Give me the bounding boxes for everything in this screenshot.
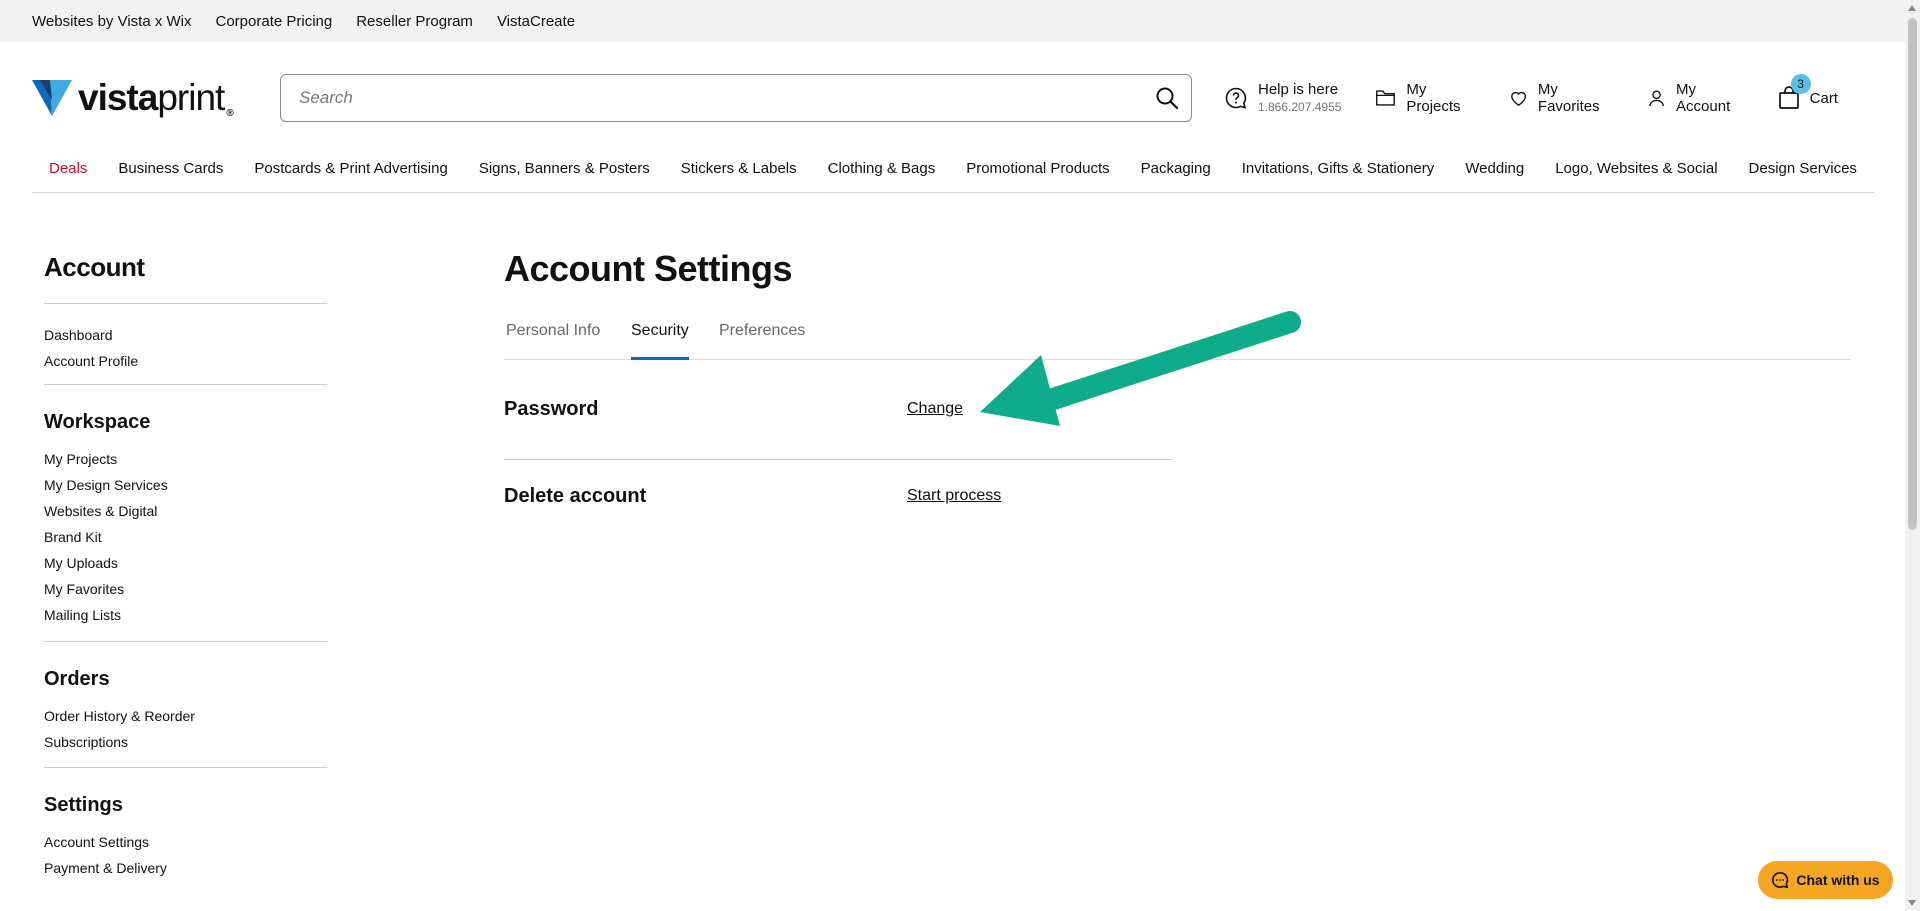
nav-business-cards[interactable]: Business Cards <box>118 160 223 177</box>
my-favorites-button[interactable]: My Favorites <box>1509 81 1613 115</box>
sidebar-item-account-profile[interactable]: Account Profile <box>44 348 327 374</box>
nav-wedding[interactable]: Wedding <box>1465 160 1524 177</box>
start-delete-process-link[interactable]: Start process <box>907 487 1001 505</box>
utility-link-corporate-pricing[interactable]: Corporate Pricing <box>216 13 333 30</box>
chat-with-us-button[interactable]: Chat with us <box>1758 861 1893 899</box>
vistaprint-logo[interactable]: vistaprint ® <box>32 77 244 119</box>
header-actions: Help is here 1.866.207.4955 My Projects … <box>1224 74 1872 122</box>
nav-clothing-bags[interactable]: Clothing & Bags <box>828 160 936 177</box>
search-icon[interactable] <box>1155 86 1179 115</box>
scroll-up-icon[interactable] <box>1908 5 1916 11</box>
nav-signs-banners-posters[interactable]: Signs, Banners & Posters <box>479 160 650 177</box>
utility-link-vistacreate[interactable]: VistaCreate <box>497 13 575 30</box>
sidebar-item-my-favorites[interactable]: My Favorites <box>44 576 327 602</box>
sidebar-section-workspace: Workspace <box>44 411 151 433</box>
sidebar-section-orders: Orders <box>44 668 110 690</box>
cart-label: Cart <box>1809 89 1838 107</box>
sidebar-divider <box>44 384 327 385</box>
site-header: vistaprint® Help is here 1.866.207.4955 <box>32 74 1872 122</box>
account-sidebar: Account Dashboard Account Profile Worksp… <box>44 250 327 881</box>
sidebar-item-mailing-lists[interactable]: Mailing Lists <box>44 602 327 628</box>
cart-button[interactable]: 3 Cart <box>1778 74 1838 110</box>
sidebar-item-order-history[interactable]: Order History & Reorder <box>44 703 327 729</box>
sidebar-section-settings: Settings <box>44 794 123 816</box>
nav-postcards-print-advertising[interactable]: Postcards & Print Advertising <box>254 160 447 177</box>
help-button[interactable]: Help is here 1.866.207.4955 <box>1224 81 1341 115</box>
account-settings-content: Account Settings Personal Info Security … <box>504 248 1850 507</box>
tab-security[interactable]: Security <box>631 318 689 360</box>
sidebar-divider <box>44 303 327 304</box>
utility-bar: Websites by Vista x Wix Corporate Pricin… <box>0 0 1905 42</box>
logo-mark-icon <box>32 80 72 116</box>
sidebar-item-websites-digital[interactable]: Websites & Digital <box>44 498 327 524</box>
sidebar-title: Account <box>44 252 145 282</box>
chat-bubble-icon <box>1772 871 1789 889</box>
search-bar <box>280 74 1192 122</box>
nav-promotional-products[interactable]: Promotional Products <box>966 160 1109 177</box>
utility-link-websites-wix[interactable]: Websites by Vista x Wix <box>32 13 192 30</box>
cart-count-badge: 3 <box>1790 74 1811 94</box>
page-title: Account Settings <box>504 248 793 289</box>
my-account-button[interactable]: My Account <box>1647 81 1744 115</box>
my-favorites-label: My Favorites <box>1537 81 1600 115</box>
row-divider <box>504 459 1172 460</box>
nav-deals[interactable]: Deals <box>49 160 87 177</box>
my-projects-label: My Projects <box>1406 81 1461 115</box>
nav-logo-websites-social[interactable]: Logo, Websites & Social <box>1555 160 1717 177</box>
delete-account-label: Delete account <box>504 485 647 507</box>
user-icon <box>1648 90 1664 107</box>
annotation-arrow-icon <box>980 311 1301 426</box>
nav-invitations-gifts-stationery[interactable]: Invitations, Gifts & Stationery <box>1242 160 1435 177</box>
utility-link-reseller-program[interactable]: Reseller Program <box>356 13 473 30</box>
sidebar-item-brand-kit[interactable]: Brand Kit <box>44 524 327 550</box>
sidebar-item-payment-delivery[interactable]: Payment & Delivery <box>44 855 327 881</box>
sidebar-item-dashboard[interactable]: Dashboard <box>44 322 327 348</box>
search-input[interactable] <box>297 87 1117 109</box>
nav-stickers-labels[interactable]: Stickers & Labels <box>681 160 797 177</box>
sidebar-item-my-design-services[interactable]: My Design Services <box>44 472 327 498</box>
my-projects-button[interactable]: My Projects <box>1375 81 1474 115</box>
sidebar-item-my-projects[interactable]: My Projects <box>44 446 327 472</box>
sidebar-divider <box>44 641 327 642</box>
page-scrollbar[interactable] <box>1905 0 1920 911</box>
chat-label: Chat with us <box>1796 872 1880 888</box>
sidebar-item-account-settings[interactable]: Account Settings <box>44 829 327 855</box>
heart-icon <box>1510 91 1526 107</box>
nav-packaging[interactable]: Packaging <box>1141 160 1211 177</box>
help-label: Help is here <box>1258 81 1339 99</box>
change-password-link[interactable]: Change <box>907 400 963 418</box>
main-nav: Deals Business Cards Postcards & Print A… <box>32 145 1874 193</box>
tab-preferences[interactable]: Preferences <box>719 318 805 360</box>
password-label: Password <box>504 398 599 420</box>
help-phone: 1.866.207.4955 <box>1258 99 1342 114</box>
logo-wordmark: vistaprint ® <box>78 77 234 119</box>
sidebar-item-subscriptions[interactable]: Subscriptions <box>44 729 327 755</box>
help-question-icon <box>1225 87 1247 109</box>
scrollbar-thumb[interactable] <box>1908 18 1917 530</box>
sidebar-item-my-uploads[interactable]: My Uploads <box>44 550 327 576</box>
scroll-down-icon[interactable] <box>1908 900 1916 906</box>
folder-icon <box>1376 90 1396 106</box>
tab-personal-info[interactable]: Personal Info <box>506 318 600 360</box>
my-account-label: My Account <box>1676 81 1731 115</box>
nav-design-services[interactable]: Design Services <box>1749 160 1857 177</box>
sidebar-divider <box>44 767 327 768</box>
